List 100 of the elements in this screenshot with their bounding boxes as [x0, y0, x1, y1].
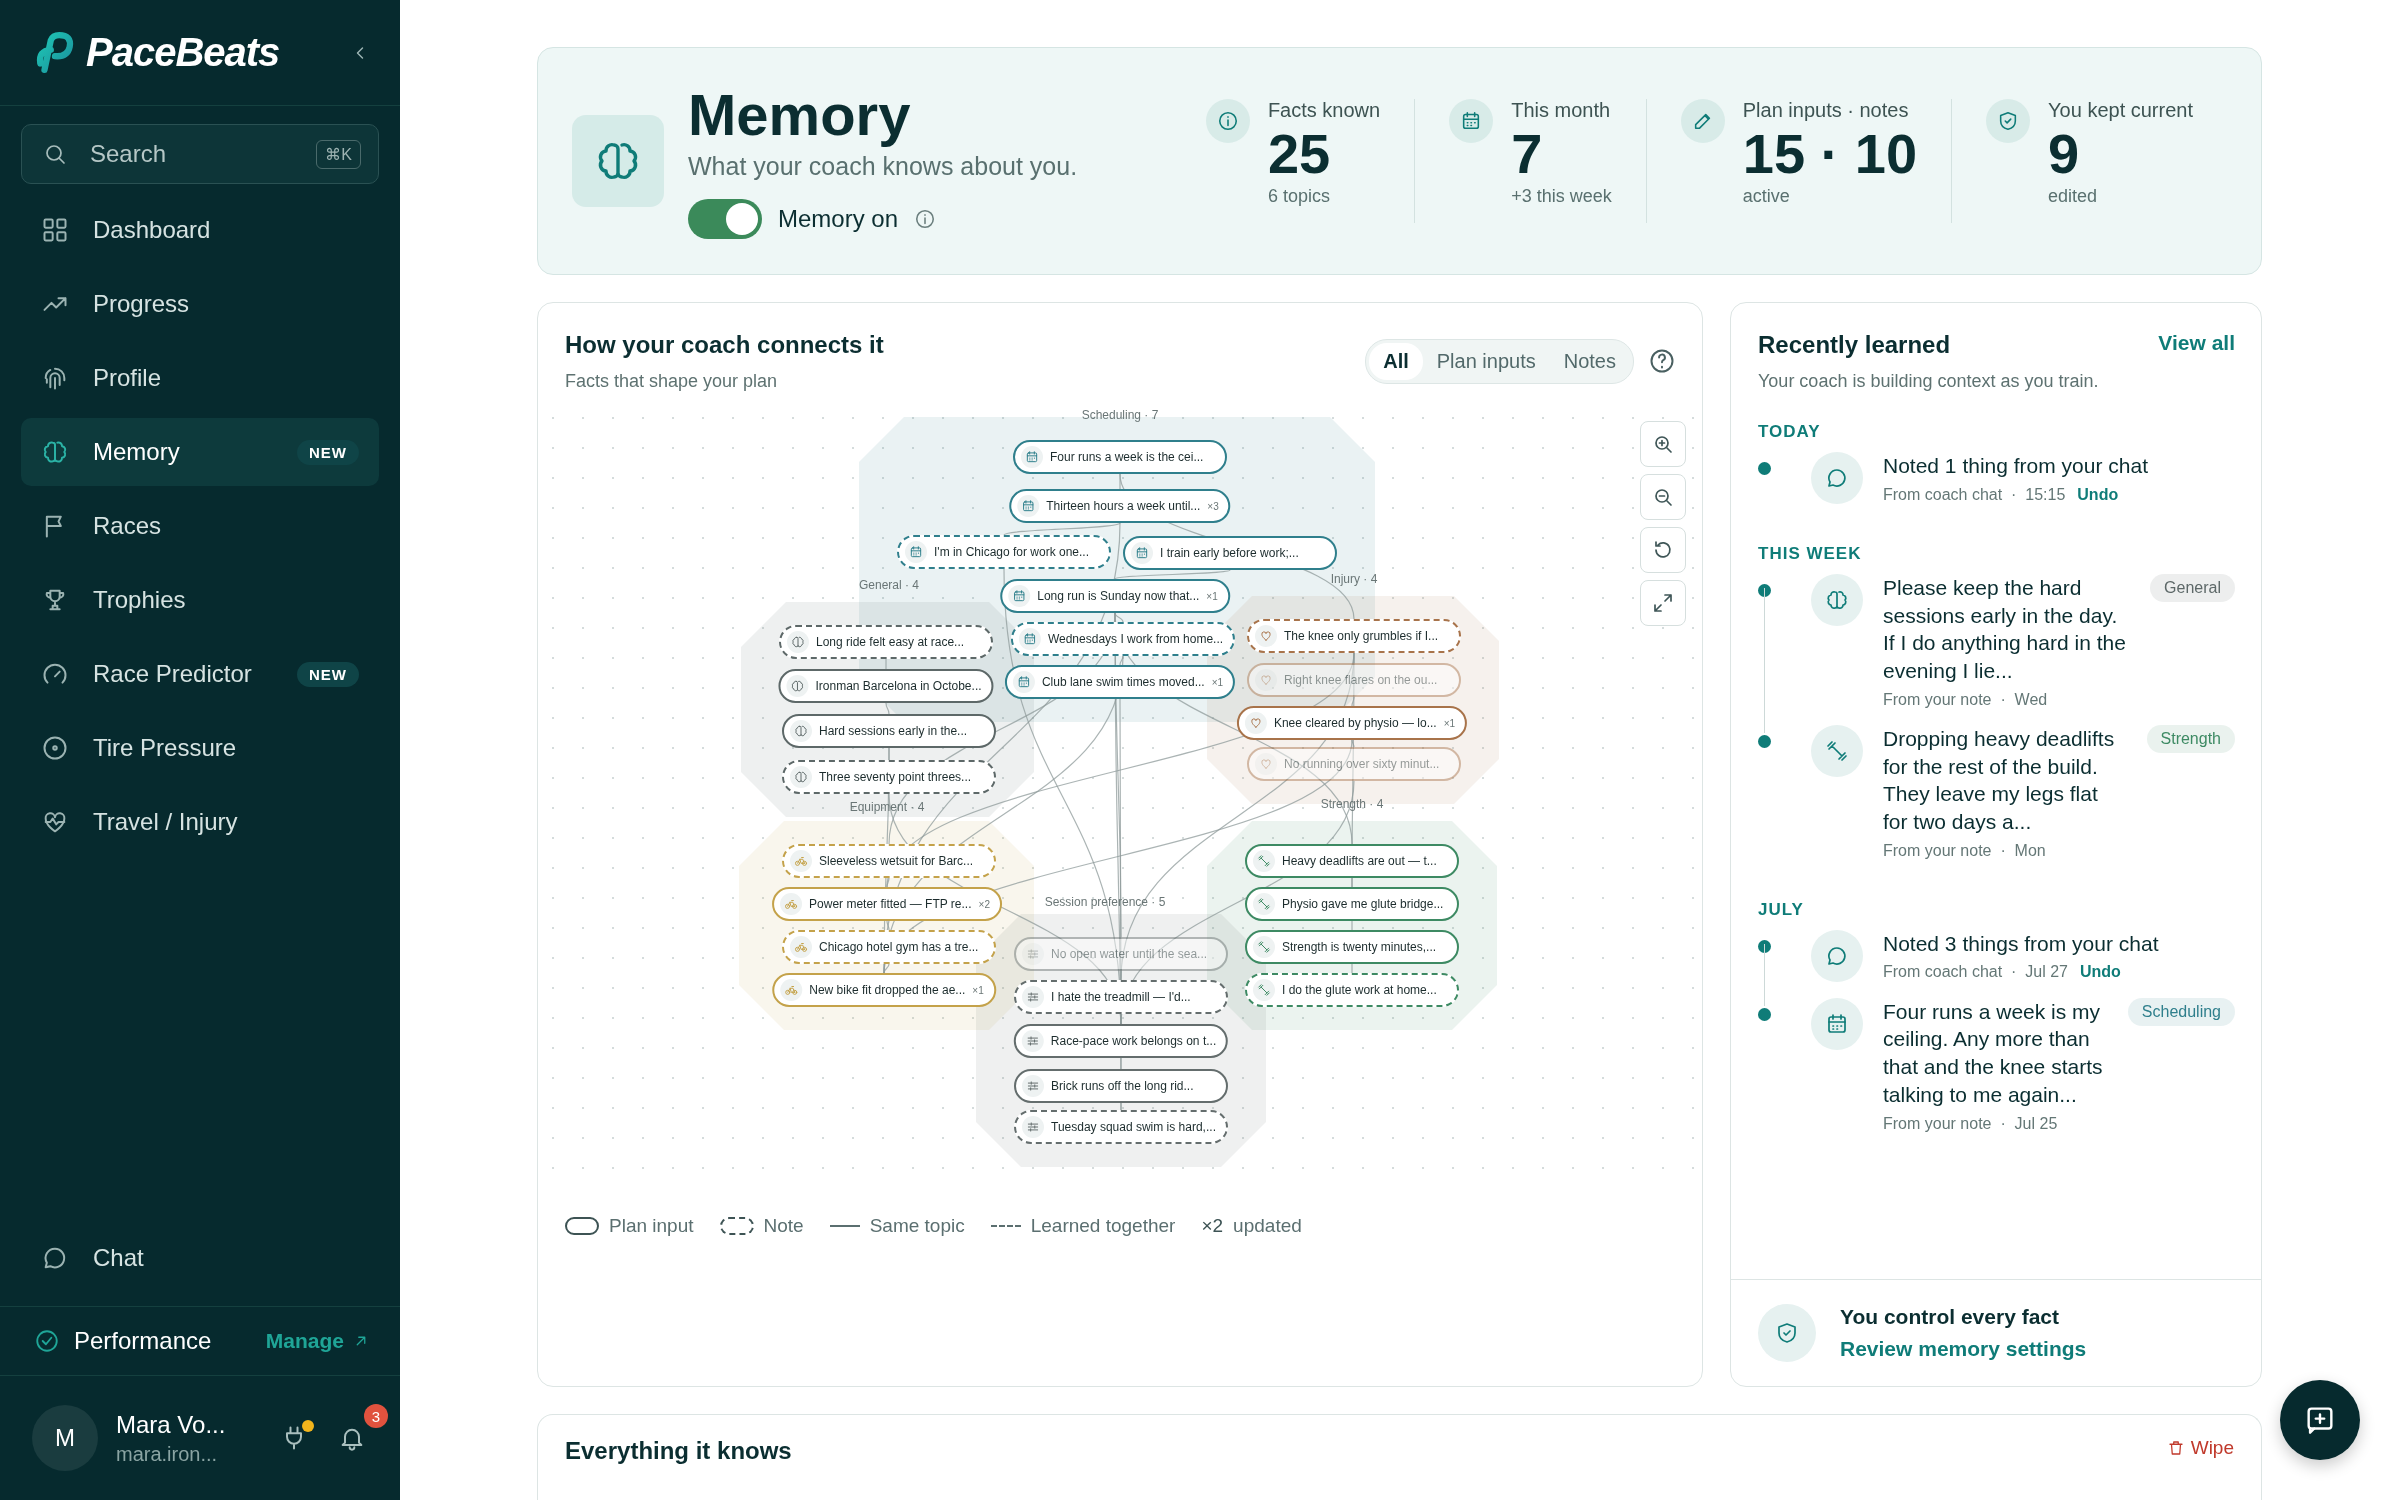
- topic-tag: Scheduling: [2127, 997, 2235, 1026]
- node-text: No running over sixty minut...: [1284, 757, 1441, 771]
- undo-link[interactable]: Undo: [2077, 485, 2119, 504]
- toggle-label: Memory on: [778, 205, 899, 234]
- nav-item[interactable]: Race Predictor NEW: [21, 640, 379, 708]
- shield-icon: [1775, 1321, 1799, 1345]
- fact-node[interactable]: I train early before work;...: [1123, 536, 1337, 570]
- node-text: Sleeveless wetsuit for Barc...: [819, 854, 975, 868]
- user-name: Mara Vo...: [116, 1410, 227, 1439]
- node-text: The knee only grumbles if I...: [1284, 629, 1440, 643]
- nav-item[interactable]: Chat: [21, 1224, 379, 1292]
- node-text: Club lane swim times moved...: [1041, 675, 1205, 689]
- node-text: Knee cleared by physio — lo...: [1273, 716, 1437, 730]
- nav-item[interactable]: Dashboard: [21, 196, 379, 264]
- help-button[interactable]: [1648, 347, 1676, 375]
- info-icon: [1216, 110, 1239, 132]
- stat-note: 6 topics: [1267, 186, 1331, 208]
- zoom-in-button[interactable]: [1640, 421, 1686, 467]
- avatar[interactable]: M: [32, 1405, 98, 1471]
- dumbbell-icon: [1257, 940, 1271, 954]
- fact-node[interactable]: Long run is Sunday now that... ×1: [1000, 579, 1230, 613]
- timeline-dot: [1758, 939, 1771, 953]
- fact-node[interactable]: Knee cleared by physio — lo... ×1: [1236, 706, 1468, 740]
- nav-item[interactable]: Trophies: [21, 566, 379, 634]
- update-count: ×1: [1443, 717, 1456, 729]
- fact-node[interactable]: Physio gave me glute bridge...: [1245, 887, 1459, 921]
- help-icon: [1648, 347, 1676, 375]
- sliders-icon: [1026, 947, 1040, 961]
- nav-item[interactable]: Memory NEW: [21, 418, 379, 486]
- reset-button[interactable]: [1640, 527, 1686, 573]
- stat-note: active: [1742, 186, 1791, 208]
- node-text: Chicago hotel gym has a tre...: [819, 940, 980, 954]
- item-meta: From your note · Wed: [1883, 690, 2048, 709]
- nav-item[interactable]: Tire Pressure: [21, 714, 379, 782]
- fact-node[interactable]: Strength is twenty minutes,...: [1245, 930, 1459, 964]
- fact-node[interactable]: Long ride felt easy at race...: [779, 625, 993, 659]
- sliders-icon: [1025, 1034, 1040, 1048]
- wipe-button[interactable]: Wipe: [2166, 1437, 2234, 1459]
- workspace-label: Performance: [74, 1327, 213, 1355]
- fact-node[interactable]: Brick runs off the long rid...: [1014, 1069, 1228, 1103]
- zoom-out-button[interactable]: [1640, 474, 1686, 520]
- node-text: Tuesday squad swim is hard,...: [1051, 1120, 1216, 1134]
- footer-title: You control every fact: [1840, 1305, 2060, 1329]
- dumbbell-icon: [1257, 854, 1271, 868]
- topic-label: Scheduling · 7: [1081, 408, 1159, 422]
- fact-node[interactable]: Power meter fitted — FTP re... ×2: [772, 887, 1002, 921]
- shortcut-key: ⌘K: [316, 140, 361, 169]
- timeline-dot: [1758, 1007, 1771, 1021]
- fact-node[interactable]: The knee only grumbles if I...: [1247, 619, 1461, 653]
- update-count: ×3: [1207, 500, 1219, 512]
- item-meta: From your note · Mon: [1883, 841, 2046, 860]
- fact-node[interactable]: Hard sessions early in the...: [782, 714, 996, 748]
- note-swatch: [719, 1217, 754, 1235]
- fact-node[interactable]: I hate the treadmill — I'd...: [1014, 980, 1228, 1014]
- fact-node[interactable]: Heavy deadlifts are out — t...: [1245, 844, 1459, 878]
- filter-tab[interactable]: Notes: [1549, 343, 1630, 380]
- legend-label: Plan input: [609, 1215, 694, 1237]
- dumbbell-icon: [1257, 897, 1271, 911]
- card-subtitle: Your coach is building context as you train.: [1758, 371, 2099, 392]
- legend-label: Same topic: [869, 1215, 965, 1237]
- chat-button[interactable]: [2280, 1380, 2360, 1460]
- section-label: TODAY: [1758, 422, 1822, 442]
- brain-icon: [41, 438, 69, 466]
- node-text: Heavy deadlifts are out — t...: [1282, 854, 1438, 868]
- view-all-link[interactable]: View all: [2158, 331, 2235, 392]
- stat-label: You kept current: [2048, 99, 2193, 122]
- manage-link[interactable]: Manage: [265, 1329, 370, 1353]
- nav-item[interactable]: Travel / Injury: [21, 788, 379, 856]
- fact-node[interactable]: I'm in Chicago for work one...: [897, 535, 1111, 569]
- fact-node[interactable]: Chicago hotel gym has a tre...: [782, 930, 996, 964]
- fullscreen-button[interactable]: [1640, 580, 1686, 626]
- fact-node[interactable]: Club lane swim times moved... ×1: [1004, 665, 1236, 699]
- topic-label: Strength · 4: [1320, 797, 1384, 811]
- settings-link[interactable]: Review memory settings: [1840, 1337, 2087, 1361]
- nav-item[interactable]: Races: [21, 492, 379, 560]
- brain-icon: [794, 724, 808, 738]
- fact-node[interactable]: Wednesdays I work from home...: [1010, 622, 1236, 656]
- filter-tab[interactable]: All: [1369, 343, 1423, 380]
- fact-node[interactable]: Tuesday squad swim is hard,...: [1014, 1110, 1228, 1144]
- item-meta: From coach chat · 15:15: [1883, 485, 2066, 504]
- fact-node[interactable]: Thirteen hours a week until... ×3: [1009, 489, 1231, 523]
- fact-node[interactable]: Race-pace work belongs on t...: [1013, 1024, 1229, 1058]
- dumbbell-icon: [1257, 983, 1271, 997]
- legend-label: Note: [763, 1215, 804, 1237]
- nav-item[interactable]: Progress: [21, 270, 379, 338]
- filter-tab[interactable]: Plan inputs: [1422, 343, 1550, 380]
- bike-icon: [784, 983, 799, 997]
- memory-toggle[interactable]: [688, 199, 762, 240]
- section-label: JULY: [1758, 899, 1805, 920]
- fact-node[interactable]: I do the glute work at home...: [1245, 973, 1459, 1007]
- fact-node[interactable]: Ironman Barcelona in Octobe...: [778, 669, 994, 703]
- sliders-icon: [1026, 990, 1040, 1004]
- fact-node[interactable]: New bike fit dropped the ae... ×1: [772, 973, 996, 1007]
- notification-count: 3: [364, 1404, 388, 1428]
- nav-item[interactable]: Profile: [21, 344, 379, 412]
- fact-node[interactable]: Three seventy point threes...: [782, 760, 996, 794]
- fact-node[interactable]: Four runs a week is the cei...: [1013, 440, 1227, 474]
- topic-label: Equipment · 4: [849, 800, 925, 814]
- fact-node[interactable]: Sleeveless wetsuit for Barc...: [782, 844, 996, 878]
- undo-link[interactable]: Undo: [2079, 963, 2121, 982]
